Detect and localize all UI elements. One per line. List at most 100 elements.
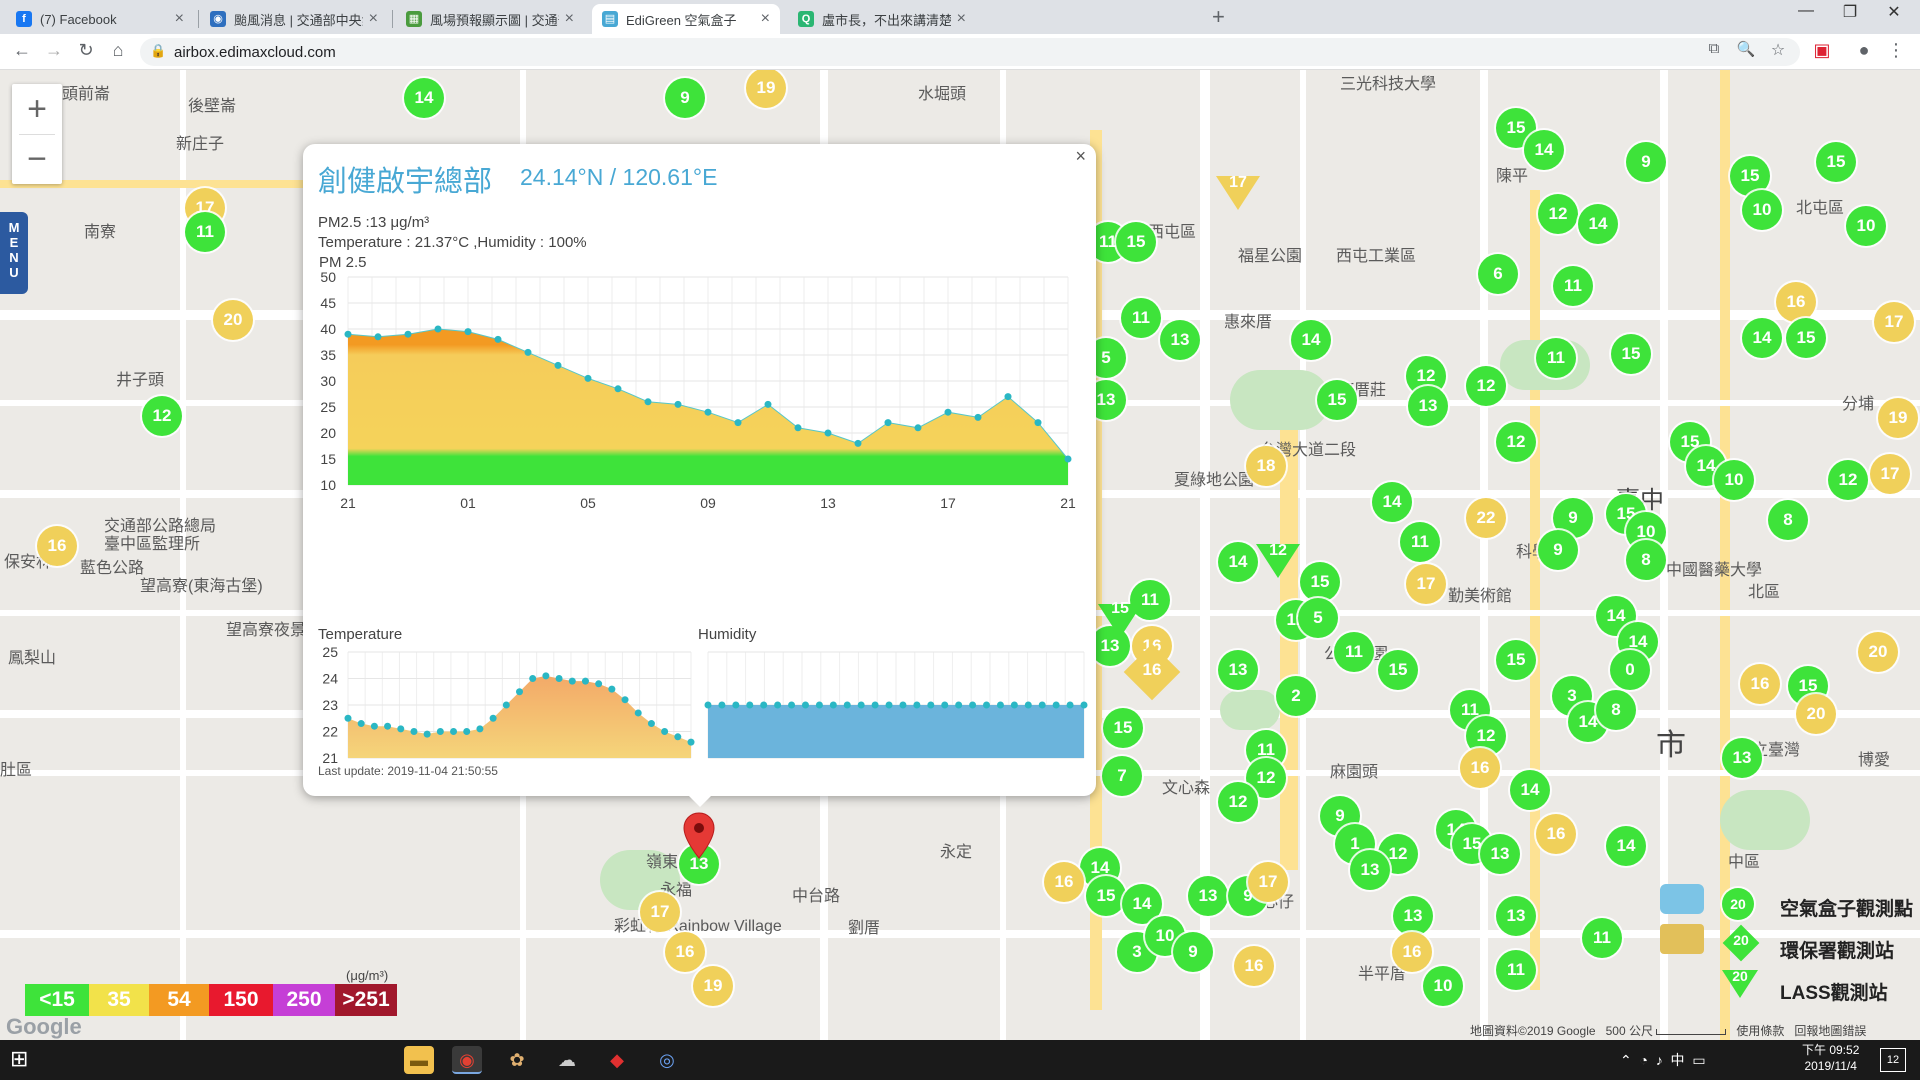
- airbox-station-marker[interactable]: 13: [1408, 386, 1448, 426]
- airbox-station-marker[interactable]: 11: [1121, 298, 1161, 338]
- airbox-station-marker[interactable]: 10: [1423, 966, 1463, 1006]
- app-taskbar-icon[interactable]: ◎: [652, 1046, 682, 1074]
- airbox-station-marker[interactable]: 10: [1742, 190, 1782, 230]
- airbox-station-marker[interactable]: 9: [1538, 530, 1578, 570]
- airbox-station-marker[interactable]: 11: [1400, 522, 1440, 562]
- tab-close-icon[interactable]: ×: [761, 10, 770, 28]
- browser-tab[interactable]: Q 盧市長，不出來講清楚嗎？(第9 ×: [788, 4, 976, 34]
- airbox-station-marker[interactable]: 17: [1248, 862, 1288, 902]
- airbox-station-marker[interactable]: 7: [1102, 756, 1142, 796]
- windows-start-icon[interactable]: ⊞: [10, 1046, 28, 1072]
- report-link[interactable]: 回報地圖錯誤: [1794, 1024, 1866, 1038]
- airbox-station-marker[interactable]: 20: [213, 300, 253, 340]
- airbox-station-marker[interactable]: 19: [1878, 398, 1918, 438]
- airbox-station-marker[interactable]: 20: [1858, 632, 1898, 672]
- popup-close-button[interactable]: ×: [1075, 146, 1086, 167]
- airbox-station-marker[interactable]: 12: [1466, 366, 1506, 406]
- airbox-station-marker[interactable]: 9: [1173, 932, 1213, 972]
- airbox-station-marker[interactable]: 15: [1103, 708, 1143, 748]
- airbox-station-marker[interactable]: 16: [1044, 862, 1084, 902]
- airbox-station-marker[interactable]: 13: [1160, 320, 1200, 360]
- extension-icon[interactable]: ▣: [1810, 40, 1834, 61]
- airbox-station-marker[interactable]: 11: [1582, 918, 1622, 958]
- airbox-station-marker[interactable]: 16: [1234, 946, 1274, 986]
- airbox-station-marker[interactable]: 15: [1496, 640, 1536, 680]
- airbox-station-marker[interactable]: 14: [1524, 130, 1564, 170]
- taskbar-clock[interactable]: 下午 09:52 2019/11/4: [1802, 1042, 1859, 1074]
- airbox-station-marker[interactable]: 17: [1406, 564, 1446, 604]
- airbox-station-marker[interactable]: 10: [1714, 460, 1754, 500]
- system-tray[interactable]: ⌃ ◔ ♪ 中 ▭: [1620, 1050, 1706, 1070]
- browser-tab[interactable]: f (7) Facebook ×: [6, 4, 194, 34]
- airbox-station-marker[interactable]: 14: [1291, 320, 1331, 360]
- airbox-station-marker[interactable]: 12: [1218, 782, 1258, 822]
- tab-close-icon[interactable]: ×: [175, 10, 184, 28]
- ime-indicator[interactable]: 中: [1671, 1052, 1685, 1068]
- browser-tab[interactable]: ▦ 風場預報顯示圖 | 交通部中央氣象 ×: [396, 4, 584, 34]
- translate-icon[interactable]: ⧉: [1702, 40, 1726, 57]
- airbox-station-marker[interactable]: 16: [1776, 282, 1816, 322]
- browser-tab[interactable]: ◉ 颱風消息 | 交通部中央氣象局 ×: [200, 4, 388, 34]
- airbox-station-marker[interactable]: 19: [693, 966, 733, 1006]
- notification-center-icon[interactable]: 12: [1880, 1048, 1906, 1072]
- app-taskbar-icon[interactable]: ✿: [502, 1046, 532, 1074]
- airbox-station-marker[interactable]: 15: [1116, 222, 1156, 262]
- zoom-in-button[interactable]: +: [12, 84, 62, 134]
- airbox-station-marker[interactable]: 13: [1218, 650, 1258, 690]
- restore-icon[interactable]: ❐: [1830, 2, 1870, 22]
- airbox-station-marker[interactable]: 15: [1378, 650, 1418, 690]
- airbox-station-marker[interactable]: 11: [1496, 950, 1536, 990]
- airbox-station-marker[interactable]: 12: [1828, 460, 1868, 500]
- airbox-station-marker[interactable]: 11: [185, 212, 225, 252]
- minimize-icon[interactable]: —: [1786, 2, 1826, 20]
- airbox-station-marker[interactable]: 13: [1350, 850, 1390, 890]
- volume-icon[interactable]: ♪: [1656, 1052, 1663, 1068]
- airbox-station-marker[interactable]: 14: [1578, 204, 1618, 244]
- app-taskbar-icon[interactable]: ☁: [552, 1046, 582, 1074]
- back-icon[interactable]: ←: [10, 40, 34, 61]
- zoom-icon[interactable]: 🔍: [1734, 40, 1758, 58]
- airbox-station-marker[interactable]: 12: [142, 396, 182, 436]
- airbox-station-marker[interactable]: 20: [1796, 694, 1836, 734]
- home-icon[interactable]: ⌂: [106, 40, 130, 61]
- airbox-station-marker[interactable]: 16: [1536, 814, 1576, 854]
- chrome-taskbar-icon[interactable]: ◉: [452, 1046, 482, 1074]
- file-explorer-icon[interactable]: ▬: [404, 1046, 434, 1074]
- airbox-station-marker[interactable]: 13: [1722, 738, 1762, 778]
- airbox-station-marker[interactable]: 17: [1870, 454, 1910, 494]
- airbox-station-marker[interactable]: 14: [1372, 482, 1412, 522]
- airbox-station-marker[interactable]: 13: [1188, 876, 1228, 916]
- airbox-station-marker[interactable]: 15: [1816, 142, 1856, 182]
- airbox-station-marker[interactable]: 11: [1334, 632, 1374, 672]
- airbox-station-marker[interactable]: 15: [1300, 562, 1340, 602]
- airbox-station-marker[interactable]: 14: [1510, 770, 1550, 810]
- airbox-station-marker[interactable]: 16: [665, 932, 705, 972]
- reload-icon[interactable]: ↻: [74, 40, 98, 61]
- map-pin-icon[interactable]: [683, 812, 715, 860]
- airbox-station-marker[interactable]: 14: [404, 78, 444, 118]
- airbox-station-marker[interactable]: 14: [1218, 542, 1258, 582]
- airbox-station-marker[interactable]: 19: [746, 70, 786, 108]
- airbox-station-marker[interactable]: 17: [640, 892, 680, 932]
- airbox-station-marker[interactable]: 12: [1538, 194, 1578, 234]
- close-window-icon[interactable]: ✕: [1874, 2, 1914, 22]
- airbox-station-marker[interactable]: 15: [1317, 380, 1357, 420]
- airbox-station-marker[interactable]: 14: [1742, 318, 1782, 358]
- airbox-station-marker[interactable]: 2: [1276, 676, 1316, 716]
- tab-close-icon[interactable]: ×: [957, 10, 966, 28]
- bookmark-star-icon[interactable]: ☆: [1766, 40, 1790, 60]
- tab-close-icon[interactable]: ×: [565, 10, 574, 28]
- tray-chevron-icon[interactable]: ⌃: [1620, 1052, 1632, 1068]
- airbox-station-marker[interactable]: 9: [1626, 142, 1666, 182]
- browser-tab[interactable]: ▤ EdiGreen 空氣盒子 ×: [592, 4, 780, 34]
- chrome-menu-icon[interactable]: ⋮: [1884, 40, 1908, 61]
- airbox-station-marker[interactable]: 0: [1610, 650, 1650, 690]
- airbox-station-marker[interactable]: 16: [1392, 932, 1432, 972]
- airbox-station-marker[interactable]: 22: [1466, 498, 1506, 538]
- app-taskbar-icon[interactable]: ◆: [602, 1046, 632, 1074]
- airbox-station-marker[interactable]: 15: [1086, 876, 1126, 916]
- airbox-station-marker[interactable]: 18: [1246, 446, 1286, 486]
- airbox-station-marker[interactable]: 9: [665, 78, 705, 118]
- airbox-station-marker[interactable]: 13: [1496, 896, 1536, 936]
- tab-close-icon[interactable]: ×: [369, 10, 378, 28]
